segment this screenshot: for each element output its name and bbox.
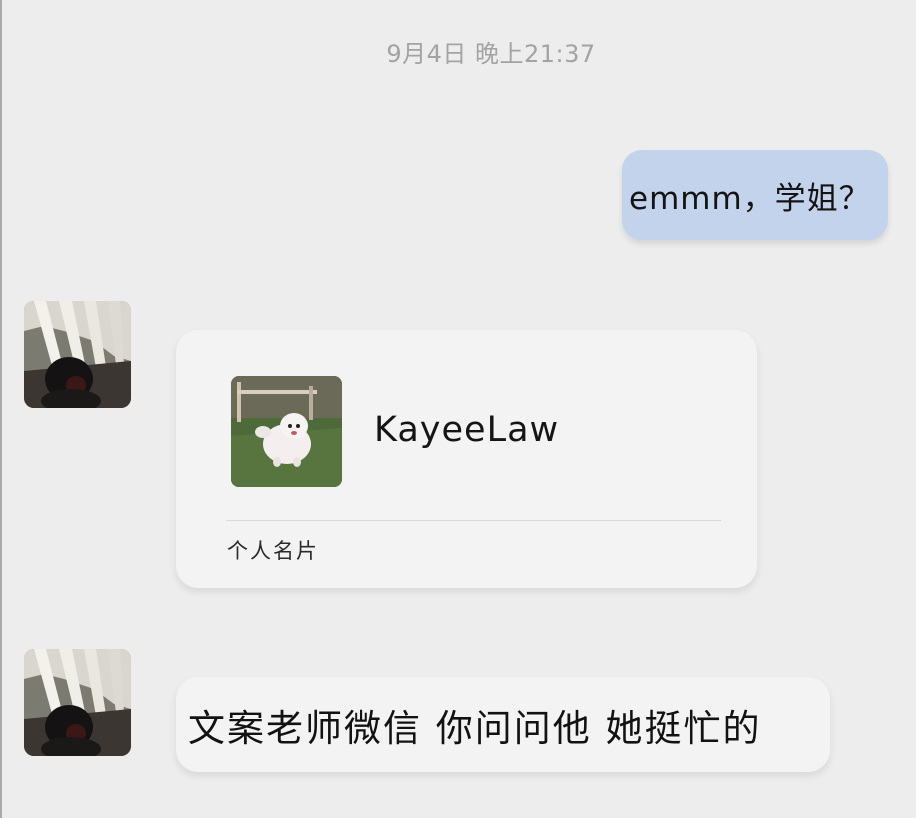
- contact-card[interactable]: KayeeLaw 个人名片: [176, 330, 757, 588]
- message-timestamp: 9月4日 晚上21:37: [386, 40, 596, 68]
- outgoing-message-bubble[interactable]: emmm，学姐？: [622, 150, 888, 240]
- contact-card-photo: [231, 376, 342, 487]
- contact-card-label: 个人名片: [227, 539, 319, 563]
- sender-avatar[interactable]: [24, 649, 131, 756]
- sender-avatar[interactable]: [24, 301, 131, 408]
- dog-photo-icon: [231, 376, 342, 487]
- avatar-photo-icon: [24, 301, 131, 408]
- contact-card-name: KayeeLaw: [374, 410, 560, 450]
- contact-card-divider: [226, 520, 721, 521]
- avatar-photo-icon: [24, 649, 131, 756]
- window-edge: [0, 0, 2, 818]
- incoming-message-bubble[interactable]: 文案老师微信 你问问他 她挺忙的: [176, 677, 830, 772]
